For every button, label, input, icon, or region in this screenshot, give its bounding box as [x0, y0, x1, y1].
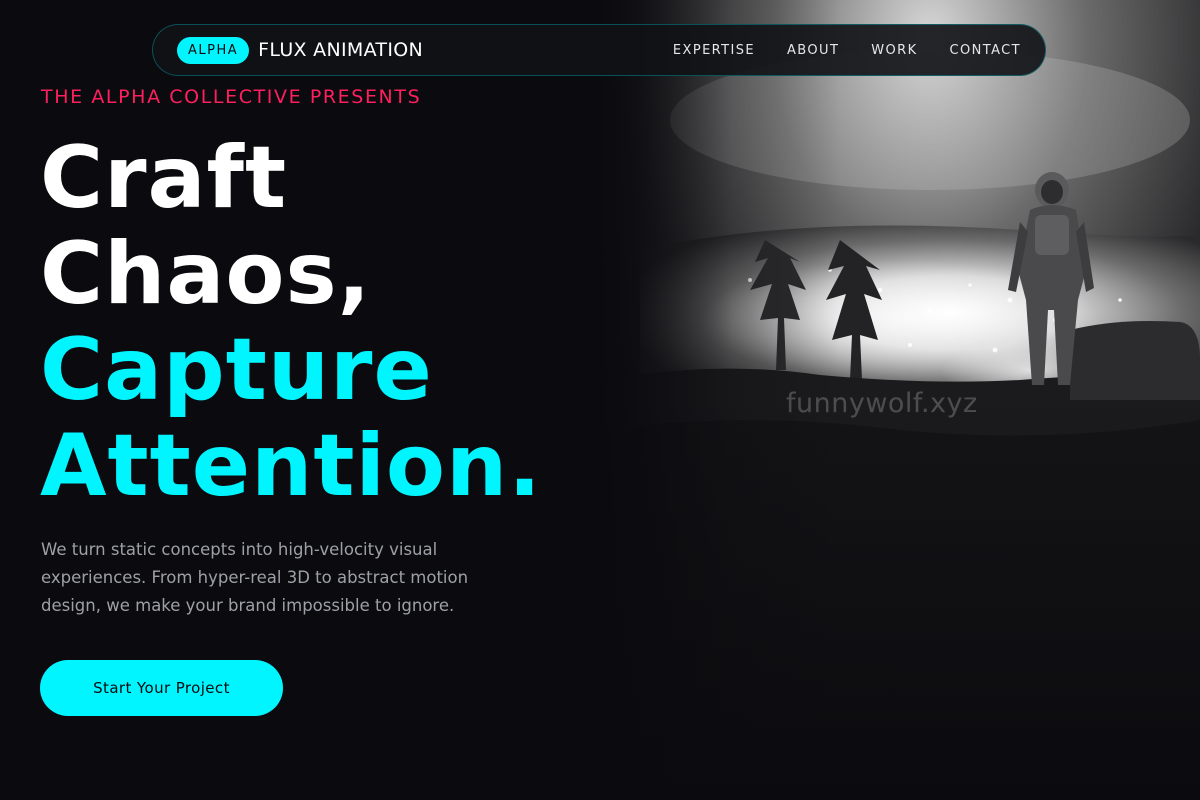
hero-headline: Craft Chaos, Capture Attention.: [40, 130, 542, 514]
nav-link-about[interactable]: ABOUT: [787, 43, 839, 58]
brand-badge: ALPHA: [177, 36, 250, 64]
headline-line-1: Craft: [40, 128, 288, 228]
navbar: ALPHA FLUX ANIMATION EXPERTISE ABOUT WOR…: [152, 24, 1046, 76]
headline-line-4: Attention.: [40, 416, 542, 516]
landing-page: funnywolf.xyz ALPHA FLUX ANIMATION EXPER…: [0, 0, 1200, 800]
nav-links: EXPERTISE ABOUT WORK CONTACT: [673, 43, 1021, 58]
nav-link-contact[interactable]: CONTACT: [950, 43, 1021, 58]
hero-eyebrow: THE ALPHA COLLECTIVE PRESENTS: [41, 86, 422, 108]
nav-link-work[interactable]: WORK: [871, 43, 917, 58]
hero-description: We turn static concepts into high-veloci…: [41, 540, 469, 615]
image-watermark: funnywolf.xyz: [786, 388, 978, 419]
nav-link-expertise[interactable]: EXPERTISE: [673, 43, 755, 58]
brand-name: FLUX ANIMATION: [258, 39, 423, 61]
headline-line-3: Capture: [40, 320, 433, 420]
start-project-button[interactable]: Start Your Project: [40, 660, 283, 716]
brand-logo[interactable]: ALPHA FLUX ANIMATION: [177, 36, 423, 64]
headline-line-2: Chaos,: [40, 224, 372, 324]
